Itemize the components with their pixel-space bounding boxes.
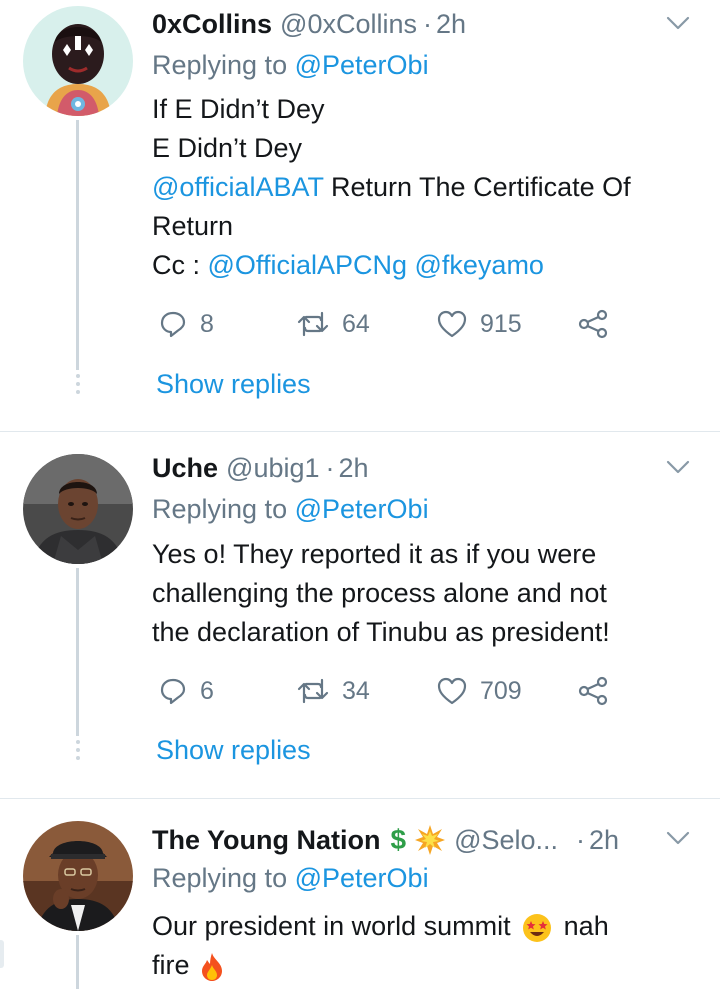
retweet-button[interactable]: 64: [296, 309, 370, 339]
thread-line: [76, 935, 79, 989]
tweet[interactable]: Uche @ubig1 · 2h Replying to @PeterObi Y…: [0, 432, 720, 798]
tweet[interactable]: 0xCollins @0xCollins · 2h Replying to @P…: [0, 0, 720, 432]
chevron-down-icon[interactable]: [664, 827, 692, 849]
show-replies-link[interactable]: Show replies: [156, 735, 311, 766]
display-name[interactable]: The Young Nation: [152, 825, 381, 856]
retweet-icon: [297, 311, 329, 337]
separator: ·: [576, 824, 586, 855]
share-button[interactable]: [578, 676, 610, 706]
thread-dots: [74, 740, 81, 764]
retweet-count: 64: [342, 309, 370, 338]
replying-to-label: Replying to: [152, 50, 288, 80]
nft-avatar-image: [23, 6, 133, 116]
fire-emoji: [202, 952, 223, 981]
reply-icon: [160, 311, 186, 338]
timestamp[interactable]: 2h: [339, 453, 369, 484]
dollar-sign-emoji: $: [390, 824, 407, 855]
tweet-line: challenging the process alone and not: [152, 578, 607, 608]
tweet-line: fire: [152, 946, 700, 985]
tweet-line: E Didn’t Dey: [152, 129, 700, 168]
profile-photo: [23, 821, 133, 931]
replying-to-handle[interactable]: @PeterObi: [295, 494, 429, 524]
replying-to-handle[interactable]: @PeterObi: [295, 50, 429, 80]
tweet-line: Our president in world summit nah: [152, 907, 700, 946]
reply-button[interactable]: 8: [158, 309, 214, 339]
thread-line: [76, 120, 79, 370]
user-handle[interactable]: @Selo...: [454, 825, 558, 856]
share-icon: [578, 676, 608, 706]
retweet-button[interactable]: 34: [296, 676, 370, 706]
chevron-down-icon[interactable]: [664, 456, 692, 478]
replying-to-label: Replying to: [152, 494, 288, 524]
text-span: nah: [563, 911, 609, 941]
share-icon: [578, 309, 608, 339]
text-span: Return: [152, 211, 234, 241]
tweet-text: Yes o! They reported it as if you were c…: [152, 535, 700, 652]
avatar[interactable]: [23, 454, 133, 564]
tweet-header: The Young Nation $ @Selo... · 2h: [152, 822, 700, 858]
thread-line: [76, 568, 79, 736]
mention-link[interactable]: @fkeyamo: [415, 250, 544, 280]
avatar[interactable]: [23, 6, 133, 116]
mention-link[interactable]: @officialABAT: [152, 172, 323, 202]
tweet-header: 0xCollins @0xCollins · 2h: [152, 6, 700, 42]
text-span: fire: [152, 950, 190, 980]
tweet-text: Our president in world summit nah fire: [152, 907, 700, 985]
tweet-line: Yes o! They reported it as if you were: [152, 539, 597, 569]
show-replies-link[interactable]: Show replies: [156, 369, 311, 400]
retweet-count: 34: [342, 676, 370, 705]
text-span: If E Didn’t Dey: [152, 94, 325, 124]
text-span: Cc :: [152, 250, 208, 280]
display-name[interactable]: Uche: [152, 453, 218, 484]
tweet-line: Return: [152, 207, 700, 246]
collision-emoji: [415, 825, 446, 855]
timestamp[interactable]: 2h: [589, 825, 619, 856]
chevron-down-icon[interactable]: [664, 12, 692, 34]
user-handle[interactable]: @0xCollins: [280, 9, 417, 40]
mention-link[interactable]: @OfficialAPCNg: [208, 250, 407, 280]
text-span: Return The Certificate Of: [323, 172, 631, 202]
timestamp[interactable]: 2h: [436, 9, 466, 40]
like-count: 915: [480, 309, 522, 338]
separator: ·: [325, 452, 335, 483]
share-button[interactable]: [578, 309, 610, 339]
tweet-line: Cc : @OfficialAPCNg @fkeyamo: [152, 246, 700, 285]
tweet-text: If E Didn’t Dey E Didn’t Dey @officialAB…: [152, 90, 700, 285]
replying-to-handle[interactable]: @PeterObi: [295, 863, 429, 893]
text-span: Our president in world summit: [152, 911, 511, 941]
user-handle[interactable]: @ubig1: [226, 453, 319, 484]
replying-to: Replying to @PeterObi: [152, 494, 429, 525]
tweet-line: If E Didn’t Dey: [152, 90, 700, 129]
reply-button[interactable]: 6: [158, 676, 214, 706]
reply-icon: [160, 678, 186, 705]
tweet[interactable]: The Young Nation $ @Selo... · 2h Replyin…: [0, 799, 720, 989]
thread-dots: [74, 374, 81, 398]
like-count: 709: [480, 676, 522, 705]
replying-to: Replying to @PeterObi: [152, 863, 429, 894]
tweet-header: Uche @ubig1 · 2h: [152, 450, 700, 486]
heart-icon: [437, 310, 467, 338]
replying-to-label: Replying to: [152, 863, 288, 893]
tweet-line: @officialABAT Return The Certificate Of: [152, 168, 700, 207]
profile-photo: [23, 454, 133, 564]
reply-count: 8: [200, 309, 214, 338]
star-struck-emoji: [523, 913, 552, 942]
scroll-edge-indicator: [0, 940, 4, 968]
like-button[interactable]: 915: [436, 309, 522, 339]
like-button[interactable]: 709: [436, 676, 522, 706]
display-name[interactable]: 0xCollins: [152, 9, 272, 40]
text-span: [407, 250, 415, 280]
heart-icon: [437, 677, 467, 705]
text-span: E Didn’t Dey: [152, 133, 303, 163]
separator: ·: [423, 8, 432, 39]
tweet-line: the declaration of Tinubu as president!: [152, 617, 610, 647]
reply-count: 6: [200, 676, 214, 705]
replying-to: Replying to @PeterObi: [152, 50, 429, 81]
retweet-icon: [297, 678, 329, 704]
avatar[interactable]: [23, 821, 133, 931]
